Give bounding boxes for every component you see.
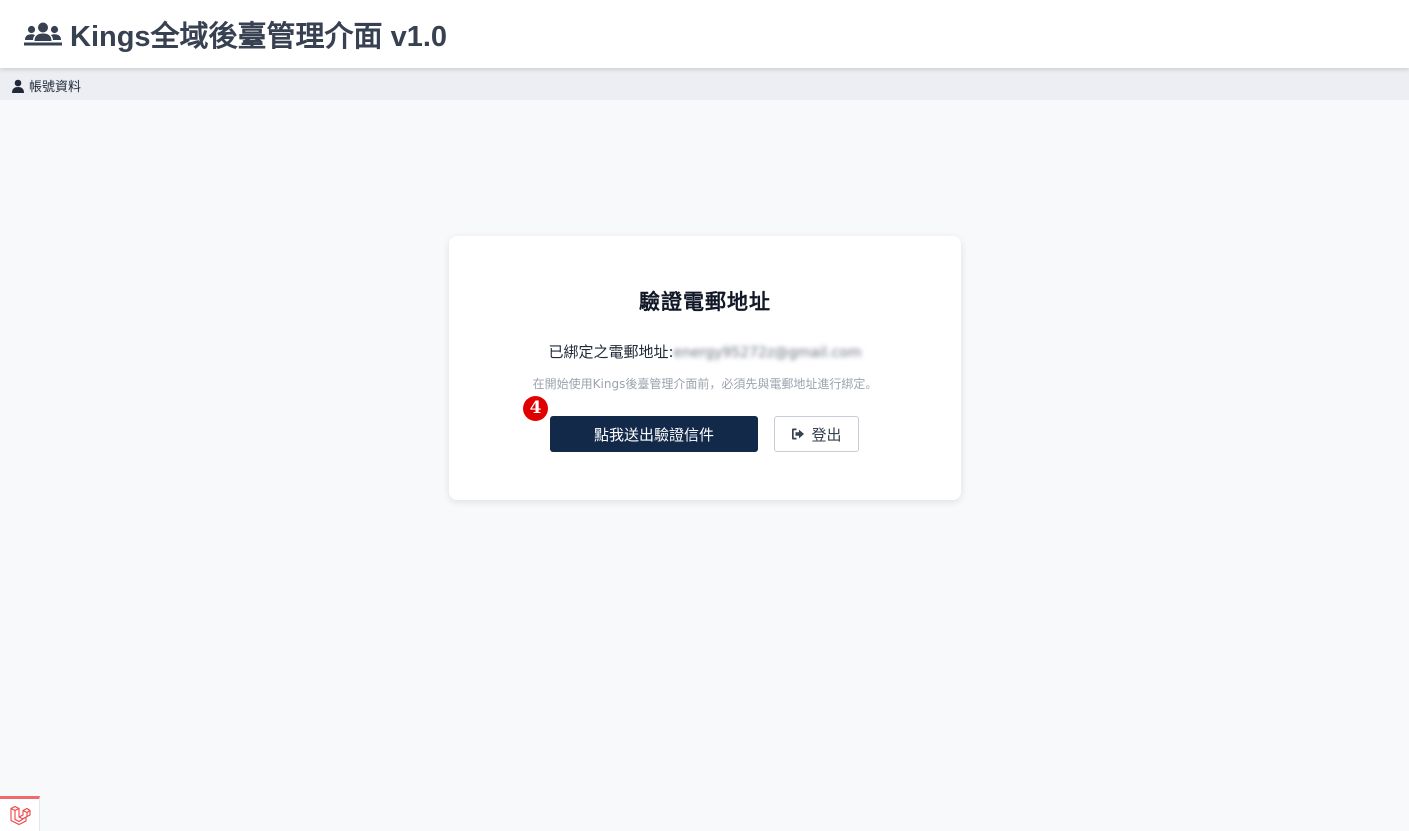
binding-hint: 在開始使用Kings後臺管理介面前，必須先與電郵地址進行綁定。 — [532, 377, 878, 391]
sub-navbar: 帳號資料 — [0, 68, 1409, 100]
laravel-badge[interactable] — [0, 796, 40, 831]
logout-button-label: 登出 — [811, 425, 842, 444]
send-verification-button[interactable]: 點我送出驗證信件 — [550, 416, 758, 452]
users-icon — [24, 22, 62, 46]
card-title: 驗證電郵地址 — [639, 290, 771, 314]
user-icon — [12, 79, 24, 93]
logout-button[interactable]: 登出 — [774, 416, 859, 452]
nav-item-account-label: 帳號資料 — [29, 80, 82, 95]
brand[interactable]: Kings全域後臺管理介面 v1.0 — [24, 12, 447, 56]
bound-email-line: 已綁定之電郵地址:energy95272z@gmail.com — [449, 341, 961, 362]
top-header: Kings全域後臺管理介面 v1.0 — [0, 0, 1409, 68]
app-title: Kings全域後臺管理介面 v1.0 — [70, 21, 448, 53]
nav-item-account[interactable]: 帳號資料 — [11, 76, 81, 95]
step-badge: 4 — [523, 396, 548, 421]
laravel-icon — [9, 805, 31, 826]
sign-out-icon — [792, 428, 805, 440]
bound-email-value: energy95272z@gmail.com — [673, 345, 862, 361]
verify-email-card: 驗證電郵地址 已綁定之電郵地址:energy95272z@gmail.com 在… — [449, 236, 961, 500]
bound-email-label: 已綁定之電郵地址: — [548, 343, 674, 361]
